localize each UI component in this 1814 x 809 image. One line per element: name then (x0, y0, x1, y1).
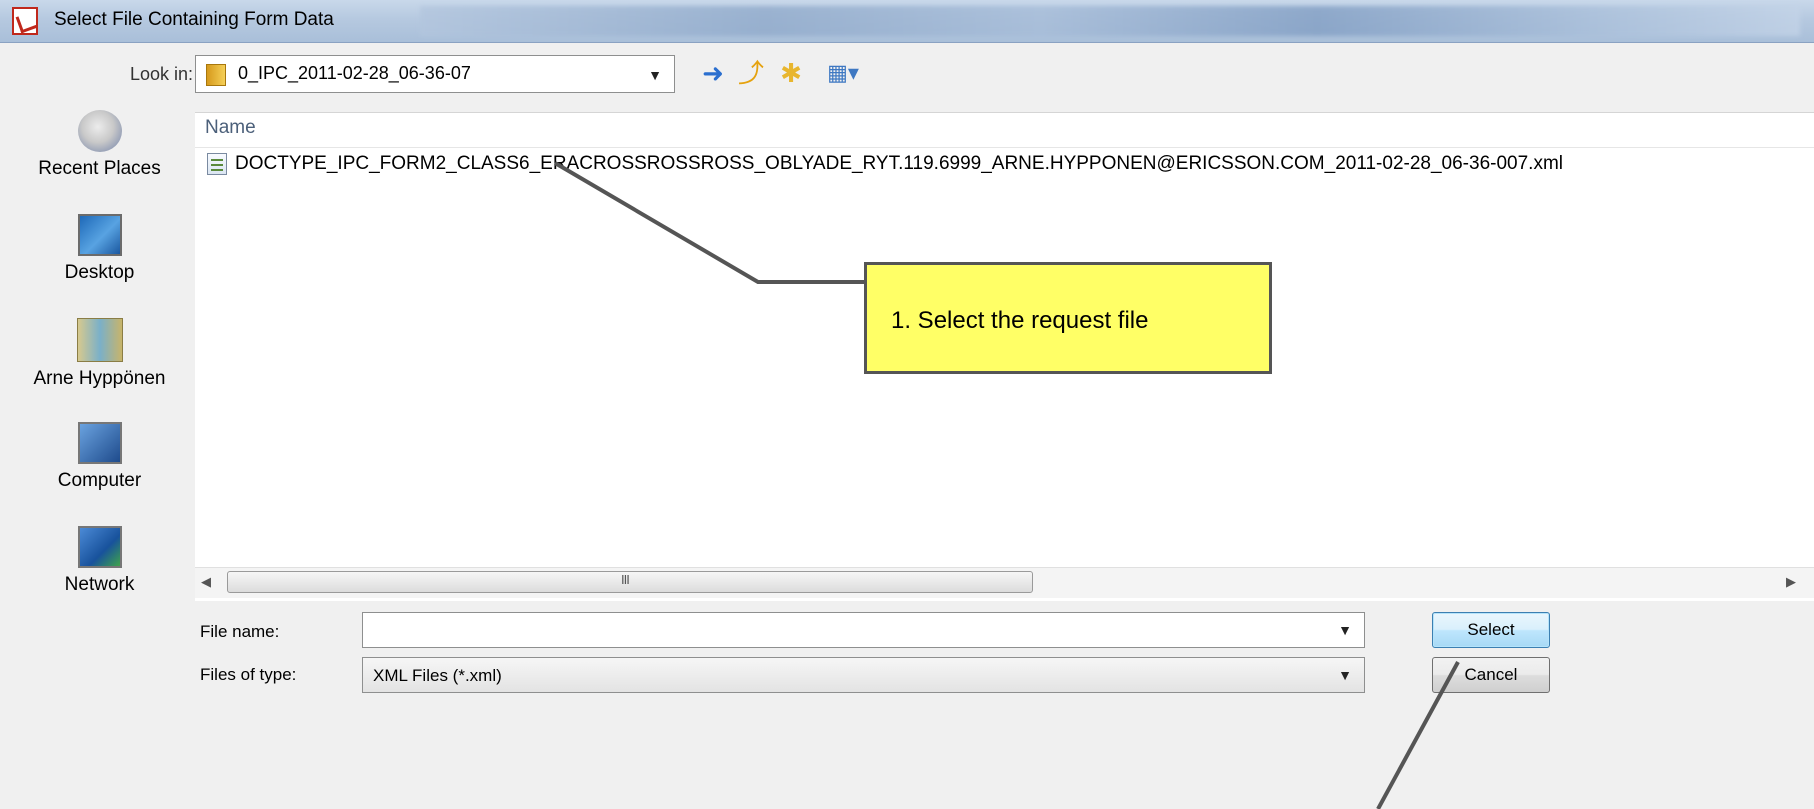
place-label: Computer (57, 470, 142, 491)
look-in-value: 0_IPC_2011-02-28_06-36-07 (238, 63, 471, 83)
chevron-down-icon[interactable]: ▼ (648, 67, 662, 83)
folder-icon (206, 64, 226, 86)
window-title: Select File Containing Form Data (54, 9, 334, 30)
xml-file-icon (207, 153, 227, 175)
chevron-down-icon[interactable]: ▼ (1338, 622, 1352, 638)
list-item[interactable]: DOCTYPE_IPC_FORM2_CLASS6_ERACROSSROSSROS… (207, 153, 1563, 181)
scroll-left-icon[interactable]: ◀ (201, 574, 211, 590)
place-computer[interactable]: Computer (12, 412, 187, 512)
file-type-value: XML Files (*.xml) (373, 666, 502, 685)
file-name-label: File name: (200, 622, 280, 641)
chevron-down-icon[interactable]: ▼ (1338, 667, 1352, 683)
place-recent-places[interactable]: Recent Places (12, 100, 187, 200)
views-menu-icon[interactable]: ▦▾ (818, 58, 868, 88)
place-label: Desktop (64, 262, 135, 283)
place-label: Recent Places (38, 158, 161, 179)
place-desktop[interactable]: Desktop (12, 204, 187, 304)
column-header-name[interactable]: Name (205, 117, 256, 139)
places-bar: Recent Places Desktop Arne Hyppönen Comp… (12, 100, 187, 660)
cancel-button[interactable]: Cancel (1432, 657, 1550, 693)
horizontal-scrollbar[interactable]: ◀ III ▶ (195, 567, 1814, 598)
pdf-app-icon (12, 7, 38, 35)
look-in-label: Look in: (130, 64, 194, 84)
look-in-dropdown[interactable]: 0_IPC_2011-02-28_06-36-07 ▼ (195, 55, 675, 93)
file-name-text: DOCTYPE_IPC_FORM2_CLASS6_ERACROSSROSSROS… (235, 153, 1563, 174)
new-folder-icon[interactable]: ✱ (776, 58, 806, 88)
file-type-dropdown[interactable]: XML Files (*.xml) ▼ (362, 657, 1365, 693)
title-bar: Select File Containing Form Data (0, 0, 1814, 43)
desktop-icon (77, 214, 122, 256)
column-header-divider (195, 147, 1814, 148)
place-network[interactable]: Network (12, 516, 187, 616)
place-user[interactable]: Arne Hyppönen (12, 308, 187, 408)
computer-icon (77, 422, 122, 464)
scroll-right-icon[interactable]: ▶ (1786, 574, 1796, 590)
file-name-input[interactable]: ▼ (362, 612, 1365, 648)
back-icon[interactable]: ➜ (698, 58, 728, 88)
scrollbar-thumb[interactable]: III (227, 571, 1033, 593)
place-label: Arne Hyppönen (33, 368, 166, 389)
annotation-callout: 1. Select the request file (864, 262, 1272, 374)
select-button[interactable]: Select (1432, 612, 1550, 648)
scrollbar-grip: III (621, 572, 630, 587)
network-icon (77, 526, 122, 568)
title-bar-blur (420, 6, 1800, 36)
file-type-label: Files of type: (200, 665, 297, 684)
annotation-text: 1. Select the request file (891, 307, 1149, 334)
up-folder-icon[interactable]: ⤴ (736, 58, 766, 88)
place-label: Network (64, 574, 135, 595)
user-folder-icon (76, 318, 123, 362)
recent-places-icon (77, 110, 122, 152)
